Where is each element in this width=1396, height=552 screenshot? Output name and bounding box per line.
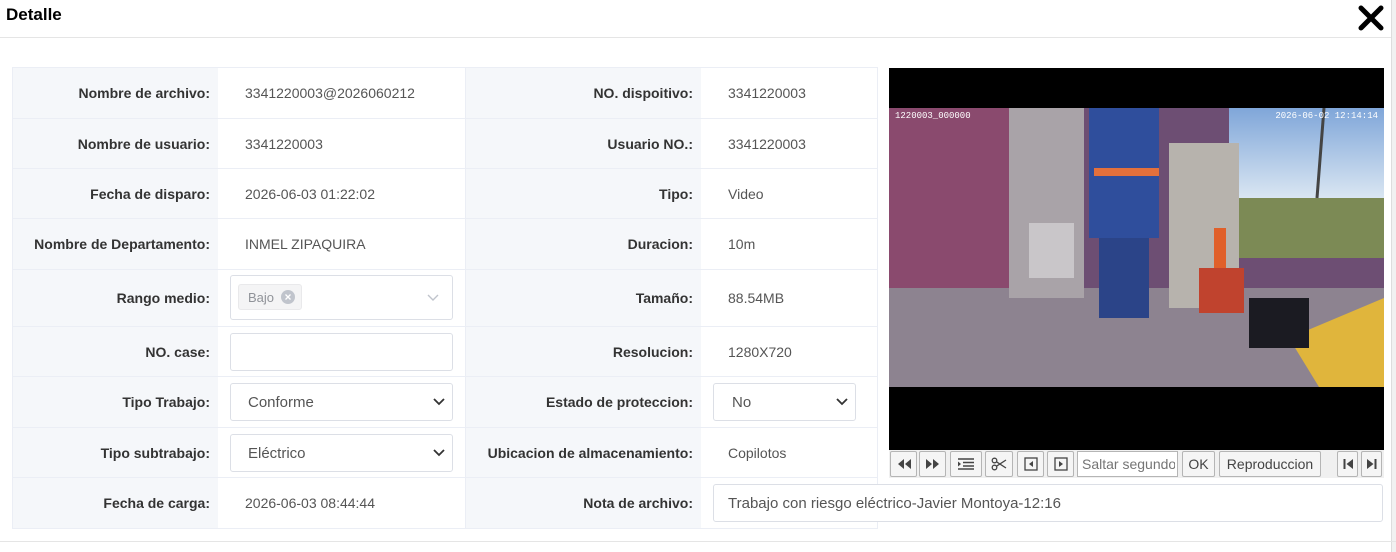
value-nombre-archivo: 3341220003@2026060212 — [245, 85, 415, 101]
page-scrollbar[interactable] — [1391, 0, 1396, 552]
skip-end-icon[interactable] — [1361, 451, 1382, 477]
label-tipo: Tipo: — [466, 169, 701, 218]
chevron-down-icon — [836, 398, 848, 406]
label-nombre-archivo: Nombre de archivo: — [13, 68, 218, 118]
chevron-down-icon — [433, 449, 445, 457]
value-ubicacion: Copilotos — [728, 444, 787, 461]
value-fecha-carga: 2026-06-03 08:44:44 — [245, 495, 375, 511]
label-estado-proteccion: Estado de proteccion: — [466, 377, 701, 427]
label-fecha-disparo: Fecha de disparo: — [13, 169, 218, 218]
rango-medio-select[interactable]: Bajo — [230, 275, 453, 320]
label-resolucion: Resolucion: — [466, 327, 701, 376]
close-icon[interactable] — [1356, 3, 1386, 33]
video-overlay-id: 1220003_000000 — [895, 111, 971, 121]
playlist-icon[interactable] — [950, 451, 982, 477]
video-player[interactable]: 1220003_000000 2026-06-02 12:14:14 — [889, 68, 1384, 450]
tag-close-icon[interactable] — [281, 290, 296, 304]
fast-forward-icon[interactable] — [919, 451, 946, 477]
form-row: Fecha de disparo: 2026-06-03 01:22:02 Ti… — [13, 169, 877, 219]
seek-ok-button[interactable]: OK — [1182, 451, 1215, 477]
value-tipo: Video — [728, 185, 764, 202]
value-departamento: INMEL ZIPAQUIRA — [245, 236, 366, 252]
estado-proteccion-value: No — [732, 393, 752, 411]
value-tamano: 88.54MB — [728, 290, 785, 306]
form-row: Nombre de Departamento: INMEL ZIPAQUIRA … — [13, 219, 877, 270]
label-no-dispositivo: NO. dispoitivo: — [466, 68, 701, 118]
label-duracion: Duracion: — [466, 219, 701, 269]
value-no-dispositivo: 3341220003 — [728, 85, 806, 101]
value-fecha-disparo: 2026-06-03 01:22:02 — [245, 185, 375, 202]
no-case-input[interactable] — [230, 333, 453, 371]
value-usuario-no: 3341220003 — [728, 135, 806, 152]
dialog-header: Detalle — [0, 0, 1396, 38]
value-duracion: 10m — [728, 236, 756, 252]
tag-label: Bajo — [248, 289, 275, 305]
label-fecha-carga: Fecha de carga: — [13, 478, 218, 528]
label-rango-medio: Rango medio: — [13, 270, 218, 326]
tipo-trabajo-value: Conforme — [248, 393, 314, 411]
estado-proteccion-select[interactable]: No — [713, 383, 856, 421]
scissors-icon[interactable] — [985, 451, 1013, 477]
label-tamano: Tamaño: — [466, 270, 701, 326]
chevron-down-icon — [427, 294, 439, 301]
tipo-trabajo-select[interactable]: Conforme — [230, 383, 453, 421]
dialog-title: Detalle — [6, 5, 62, 24]
label-nota-archivo: Nota de archivo: — [466, 478, 701, 528]
form-row: Nombre de archivo: 3341220003@2026060212… — [13, 68, 877, 119]
value-nombre-usuario: 3341220003 — [245, 135, 323, 152]
tipo-subtrabajo-value: Eléctrico — [248, 444, 306, 462]
seek-seconds-input[interactable] — [1077, 451, 1178, 477]
label-nombre-usuario: Nombre de usuario: — [13, 119, 218, 168]
video-overlay-timestamp: 2026-06-02 12:14:14 — [1275, 111, 1378, 121]
rango-medio-tag: Bajo — [238, 284, 303, 310]
playback-button[interactable]: Reproduccion — [1219, 451, 1321, 477]
label-no-case: NO. case: — [13, 327, 218, 376]
label-tipo-subtrabajo: Tipo subtrabajo: — [13, 428, 218, 477]
form-row: Nombre de usuario: 3341220003 Usuario NO… — [13, 119, 877, 169]
label-usuario-no: Usuario NO.: — [466, 119, 701, 168]
step-forward-icon[interactable] — [1047, 451, 1074, 477]
player-controls: OK Reproduccion — [889, 450, 1384, 478]
nota-archivo-value: Trabajo con riesgo eléctrico-Javier Mont… — [728, 494, 1061, 512]
tipo-subtrabajo-select[interactable]: Eléctrico — [230, 434, 453, 472]
rewind-icon[interactable] — [890, 451, 917, 477]
label-departamento: Nombre de Departamento: — [13, 219, 218, 269]
footer-divider — [0, 541, 1396, 542]
skip-start-icon[interactable] — [1337, 451, 1358, 477]
video-frame: 1220003_000000 2026-06-02 12:14:14 — [889, 108, 1384, 387]
label-ubicacion: Ubicacion de almacenamiento: — [466, 428, 701, 477]
chevron-down-icon — [433, 398, 445, 406]
label-tipo-trabajo: Tipo Trabajo: — [13, 377, 218, 427]
step-back-icon[interactable] — [1017, 451, 1044, 477]
nota-archivo-input[interactable]: Trabajo con riesgo eléctrico-Javier Mont… — [713, 484, 1383, 522]
value-resolucion: 1280X720 — [728, 343, 792, 360]
